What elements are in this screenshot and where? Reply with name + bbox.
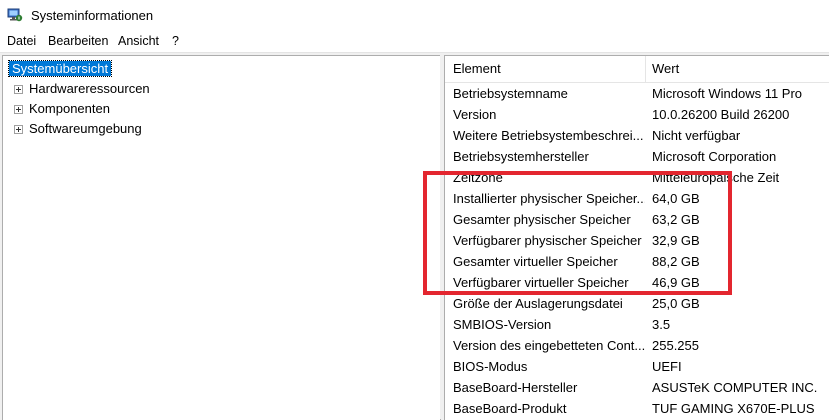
table-row[interactable]: Weitere Betriebsystembeschrei... Nicht ve…: [445, 125, 829, 146]
cell-value: Microsoft Windows 11 Pro: [652, 86, 803, 101]
table-row[interactable]: BIOS-Modus UEFI: [445, 356, 829, 377]
table-row[interactable]: Betriebsystemhersteller Microsoft Corpora…: [445, 146, 829, 167]
menu-datei[interactable]: Datei: [7, 34, 36, 48]
cell-element: Größe der Auslagerungsdatei: [453, 296, 623, 311]
column-header-wert[interactable]: Wert: [652, 56, 679, 82]
cell-value: TUF GAMING X670E-PLUS: [652, 401, 815, 416]
highlight-box: [423, 171, 732, 295]
table-row[interactable]: Version des eingebetteten Cont... 255.255: [445, 335, 829, 356]
cell-element: Version des eingebetteten Cont...: [453, 338, 645, 353]
table-header: Element Wert: [445, 56, 829, 83]
cell-element: BIOS-Modus: [453, 359, 528, 374]
tree-item-label: Komponenten: [29, 101, 110, 116]
column-header-element[interactable]: Element: [453, 56, 501, 82]
menu-bearbeiten[interactable]: Bearbeiten: [48, 34, 108, 48]
cell-value: UEFI: [652, 359, 682, 374]
table-row[interactable]: Version 10.0.26200 Build 26200: [445, 104, 829, 125]
cell-element: BaseBoard-Hersteller: [453, 380, 578, 395]
table-row[interactable]: SMBIOS-Version 3.5: [445, 314, 829, 335]
expand-icon[interactable]: [14, 85, 23, 94]
cell-element: BaseBoard-Produkt: [453, 401, 567, 416]
menu-help[interactable]: ?: [172, 34, 179, 48]
cell-element: Version: [453, 107, 497, 122]
tree-item-systemuebersicht[interactable]: Systemübersicht: [7, 59, 113, 78]
category-tree: Systemübersicht Hardwareressourcen Kompo…: [2, 55, 441, 420]
menu-ansicht[interactable]: Ansicht: [118, 34, 159, 48]
cell-value: Microsoft Corporation: [652, 149, 777, 164]
cell-value: 10.0.26200 Build 26200: [652, 107, 790, 122]
tree-item-label: Hardwareressourcen: [29, 81, 150, 96]
tree-item-label: Systemübersicht: [7, 60, 113, 77]
expand-icon[interactable]: [14, 105, 23, 114]
title-bar: Systeminformationen: [0, 0, 829, 31]
column-divider[interactable]: [645, 56, 646, 82]
table-row[interactable]: Größe der Auslagerungsdatei 25,0 GB: [445, 293, 829, 314]
table-row[interactable]: Betriebsystemname Microsoft Windows 11 Pr…: [445, 83, 829, 104]
table-row[interactable]: BaseBoard-Produkt TUF GAMING X670E-PLUS: [445, 398, 829, 419]
cell-element: Betriebsystemhersteller: [453, 149, 589, 164]
expand-icon[interactable]: [14, 125, 23, 134]
cell-element: Betriebsystemname: [453, 86, 568, 101]
table-row[interactable]: BaseBoard-Hersteller ASUSTeK COMPUTER INC…: [445, 377, 829, 398]
tree-item-label: Softwareumgebung: [29, 121, 142, 136]
cell-element: SMBIOS-Version: [453, 317, 552, 332]
cell-value: Nicht verfügbar: [652, 128, 741, 143]
cell-value: 25,0 GB: [652, 296, 700, 311]
tree-item-softwareumgebung[interactable]: Softwareumgebung: [14, 119, 142, 138]
cell-element: Weitere Betriebsystembeschrei...: [453, 128, 644, 143]
tree-item-komponenten[interactable]: Komponenten: [14, 99, 110, 118]
menu-bar: Datei Bearbeiten Ansicht ?: [0, 31, 829, 53]
system-info-icon: [7, 8, 23, 22]
cell-value: 3.5: [652, 317, 671, 332]
window-title: Systeminformationen: [31, 8, 154, 23]
tree-item-hardwareressourcen[interactable]: Hardwareressourcen: [14, 79, 150, 98]
cell-value: ASUSTeK COMPUTER INC.: [652, 380, 818, 395]
cell-value: 255.255: [652, 338, 699, 353]
